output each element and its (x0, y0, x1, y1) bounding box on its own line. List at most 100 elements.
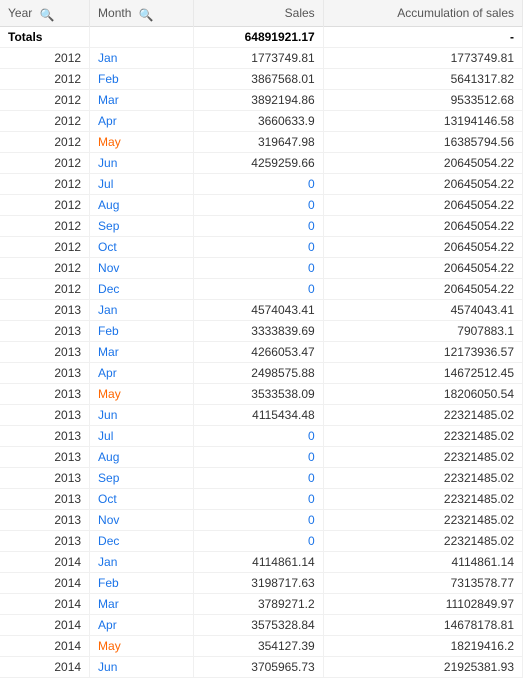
table-row: 2012 Oct 0 20645054.22 (0, 237, 523, 258)
table-row: 2013 Dec 0 22321485.02 (0, 531, 523, 552)
table-row: 2014 Jun 3705965.73 21925381.93 (0, 657, 523, 678)
totals-accumulation-cell: - (323, 27, 522, 48)
table-row: 2013 Sep 0 22321485.02 (0, 468, 523, 489)
year-label: Year (8, 6, 32, 20)
accumulation-cell: 5641317.82 (323, 69, 522, 90)
month-cell: May (90, 132, 194, 153)
year-cell: 2014 (0, 573, 90, 594)
month-cell: Mar (90, 594, 194, 615)
month-search-icon[interactable]: 🔍 (139, 8, 151, 20)
sales-cell: 0 (193, 510, 323, 531)
year-cell: 2013 (0, 384, 90, 405)
year-cell: 2014 (0, 636, 90, 657)
table-row: 2012 May 319647.98 16385794.56 (0, 132, 523, 153)
accumulation-cell: 11102849.97 (323, 594, 522, 615)
year-cell: 2014 (0, 615, 90, 636)
month-cell: Jan (90, 48, 194, 69)
accumulation-cell: 22321485.02 (323, 510, 522, 531)
table-row: 2012 Jun 4259259.66 20645054.22 (0, 153, 523, 174)
sales-cell: 4115434.48 (193, 405, 323, 426)
table-row: 2013 Apr 2498575.88 14672512.45 (0, 363, 523, 384)
table-row: 2013 Jul 0 22321485.02 (0, 426, 523, 447)
accumulation-cell: 14678178.81 (323, 615, 522, 636)
sales-label: Sales (285, 6, 315, 20)
month-cell: Feb (90, 573, 194, 594)
totals-label-cell: Totals (0, 27, 90, 48)
year-cell: 2013 (0, 447, 90, 468)
accumulation-cell: 22321485.02 (323, 489, 522, 510)
sales-cell: 319647.98 (193, 132, 323, 153)
accumulation-cell: 18219416.2 (323, 636, 522, 657)
accumulation-column-header: Accumulation of sales (323, 0, 522, 27)
accumulation-cell: 20645054.22 (323, 216, 522, 237)
year-cell: 2013 (0, 321, 90, 342)
accumulation-cell: 20645054.22 (323, 237, 522, 258)
table-row: 2012 Jul 0 20645054.22 (0, 174, 523, 195)
sales-cell: 0 (193, 216, 323, 237)
sales-cell: 4266053.47 (193, 342, 323, 363)
year-cell: 2013 (0, 531, 90, 552)
year-cell: 2014 (0, 594, 90, 615)
table-row: 2013 May 3533538.09 18206050.54 (0, 384, 523, 405)
month-cell: Jun (90, 657, 194, 678)
accumulation-cell: 18206050.54 (323, 384, 522, 405)
year-cell: 2013 (0, 468, 90, 489)
accumulation-cell: 22321485.02 (323, 531, 522, 552)
month-column-header: Month 🔍 (90, 0, 194, 27)
month-cell: Apr (90, 111, 194, 132)
table-row: 2013 Aug 0 22321485.02 (0, 447, 523, 468)
sales-cell: 4114861.14 (193, 552, 323, 573)
sales-column-header: Sales (193, 0, 323, 27)
accumulation-cell: 7313578.77 (323, 573, 522, 594)
month-cell: Oct (90, 237, 194, 258)
month-cell: May (90, 636, 194, 657)
table-row: 2013 Jan 4574043.41 4574043.41 (0, 300, 523, 321)
sales-cell: 0 (193, 279, 323, 300)
accumulation-cell: 22321485.02 (323, 447, 522, 468)
table-row: 2012 Aug 0 20645054.22 (0, 195, 523, 216)
month-cell: Mar (90, 342, 194, 363)
year-cell: 2012 (0, 279, 90, 300)
accumulation-cell: 20645054.22 (323, 279, 522, 300)
month-label: Month (98, 6, 131, 20)
sales-cell: 0 (193, 174, 323, 195)
accumulation-cell: 12173936.57 (323, 342, 522, 363)
month-cell: Aug (90, 447, 194, 468)
sales-cell: 4259259.66 (193, 153, 323, 174)
sales-cell: 0 (193, 489, 323, 510)
sales-cell: 3892194.86 (193, 90, 323, 111)
table-row: 2014 Jan 4114861.14 4114861.14 (0, 552, 523, 573)
sales-cell: 0 (193, 237, 323, 258)
sales-cell: 4574043.41 (193, 300, 323, 321)
month-cell: Feb (90, 321, 194, 342)
month-cell: Apr (90, 615, 194, 636)
totals-row: Totals 64891921.17 - (0, 27, 523, 48)
year-cell: 2012 (0, 258, 90, 279)
month-cell: Dec (90, 279, 194, 300)
accumulation-cell: 22321485.02 (323, 468, 522, 489)
month-cell: Jul (90, 426, 194, 447)
month-cell: Aug (90, 195, 194, 216)
table-row: 2014 Feb 3198717.63 7313578.77 (0, 573, 523, 594)
month-cell: Feb (90, 69, 194, 90)
month-cell: Nov (90, 258, 194, 279)
sales-cell: 3660633.9 (193, 111, 323, 132)
year-search-icon[interactable]: 🔍 (40, 8, 52, 20)
table-row: 2013 Oct 0 22321485.02 (0, 489, 523, 510)
sales-cell: 0 (193, 195, 323, 216)
year-cell: 2013 (0, 426, 90, 447)
accumulation-cell: 20645054.22 (323, 195, 522, 216)
table-row: 2013 Feb 3333839.69 7907883.1 (0, 321, 523, 342)
year-cell: 2012 (0, 153, 90, 174)
year-cell: 2013 (0, 342, 90, 363)
table-row: 2012 Jan 1773749.81 1773749.81 (0, 48, 523, 69)
sales-cell: 0 (193, 531, 323, 552)
sales-cell: 3575328.84 (193, 615, 323, 636)
accumulation-cell: 13194146.58 (323, 111, 522, 132)
accumulation-cell: 16385794.56 (323, 132, 522, 153)
sales-cell: 3333839.69 (193, 321, 323, 342)
month-cell: Jul (90, 174, 194, 195)
year-cell: 2013 (0, 489, 90, 510)
month-cell: May (90, 384, 194, 405)
sales-cell: 0 (193, 447, 323, 468)
